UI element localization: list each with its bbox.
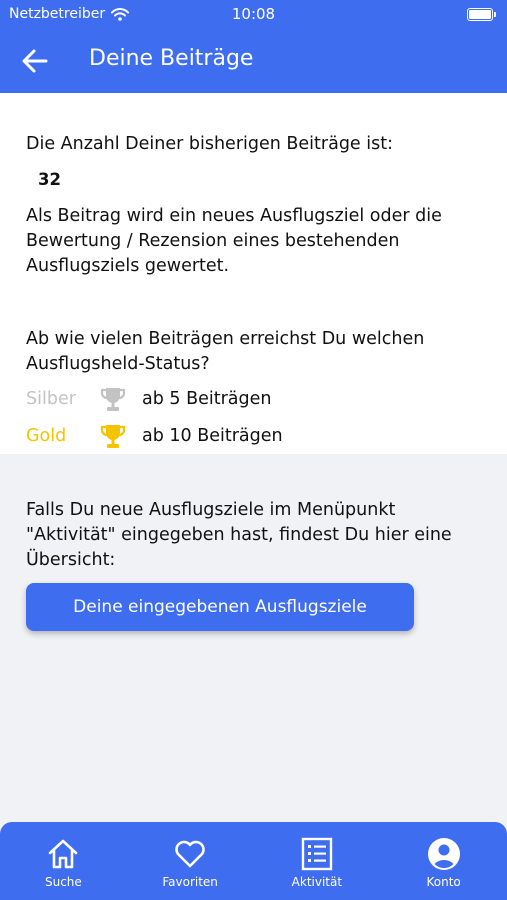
status-question-line-2: Ausflugsheld-Status? xyxy=(26,354,210,374)
silver-trophy-icon xyxy=(98,384,128,414)
explanation-line-3: Ausflugsziels gewertet. xyxy=(26,256,230,276)
top-app-bar: Netzbetreiber 10:08 Deine Beiträge xyxy=(0,0,507,93)
bottom-tab-bar: Suche Favoriten Aktivität Konto xyxy=(0,822,507,900)
list-icon xyxy=(301,837,333,871)
status-threshold-silver: ab 5 Beiträgen xyxy=(142,389,272,409)
home-icon xyxy=(49,839,78,869)
info-line-2: "Aktivität" eingegeben hast, findest Du … xyxy=(26,525,452,545)
explanation-line-1: Als Beitrag wird ein neues Ausflugsziel … xyxy=(26,206,442,226)
navigation-bar: Deine Beiträge xyxy=(0,28,507,93)
info-line-3: Übersicht: xyxy=(26,550,116,570)
tab-suche[interactable]: Suche xyxy=(0,822,127,900)
info-line-1: Falls Du neue Ausflugsziele im Menüpunkt xyxy=(26,500,396,520)
tab-favoriten[interactable]: Favoriten xyxy=(127,822,254,900)
status-bar: Netzbetreiber 10:08 xyxy=(0,0,507,28)
tab-label-favoriten: Favoriten xyxy=(162,875,218,889)
status-name-gold: Gold xyxy=(26,426,67,446)
my-destinations-button[interactable]: Deine eingegebenen Ausflugsziele xyxy=(26,583,414,631)
tab-konto[interactable]: Konto xyxy=(380,822,507,900)
status-threshold-gold: ab 10 Beiträgen xyxy=(142,426,283,446)
status-level-silver: Silber ab 5 Beiträgen xyxy=(26,384,271,414)
status-name-silver: Silber xyxy=(26,389,76,409)
gold-trophy-icon xyxy=(98,421,128,451)
status-level-gold: Gold ab 10 Beiträgen xyxy=(26,421,283,451)
page-title: Deine Beiträge xyxy=(89,46,254,71)
tab-label-konto: Konto xyxy=(426,875,461,889)
tab-label-suche: Suche xyxy=(44,875,82,889)
count-intro-text: Die Anzahl Deiner bisherigen Beiträge is… xyxy=(26,134,393,154)
status-question-line-1: Ab wie vielen Beiträgen erreichst Du wel… xyxy=(26,329,425,349)
battery-icon xyxy=(467,8,496,21)
tab-label-aktivitaet: Aktivität xyxy=(291,875,343,889)
tab-aktivitaet[interactable]: Aktivität xyxy=(254,822,381,900)
status-time: 10:08 xyxy=(231,5,276,23)
heart-icon xyxy=(175,840,205,868)
back-arrow-icon[interactable] xyxy=(20,46,50,76)
explanation-line-2: Bewertung / Rezension eines bestehenden xyxy=(26,231,400,251)
account-icon xyxy=(427,838,460,870)
contribution-count: 32 xyxy=(38,170,61,189)
